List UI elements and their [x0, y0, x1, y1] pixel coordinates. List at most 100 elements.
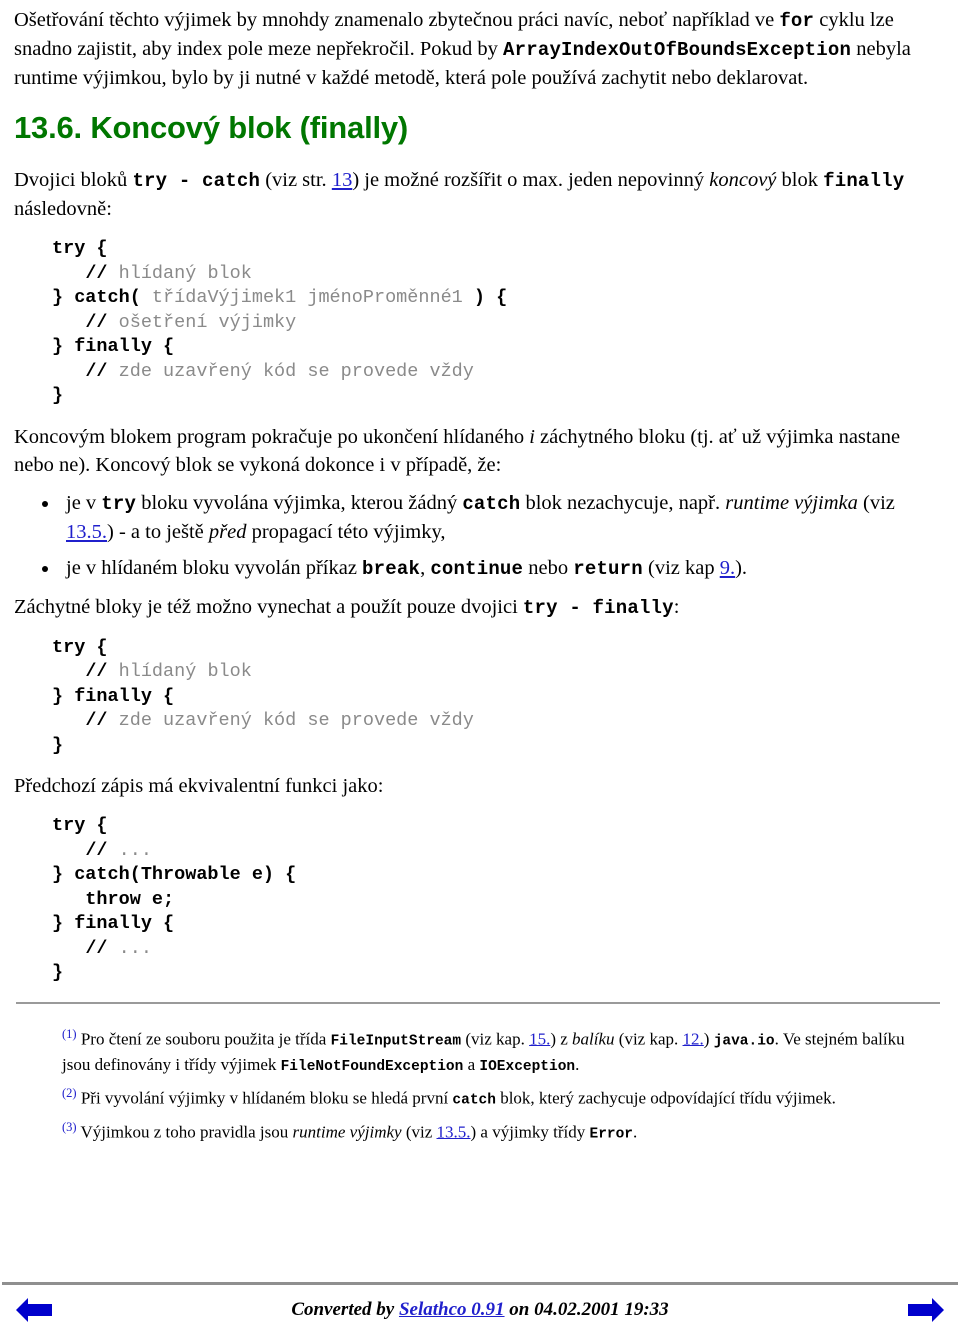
link-chapter-12[interactable]: 12.	[683, 1029, 704, 1048]
code-segment: } finally {	[52, 685, 175, 707]
bullet1-text-e: ) - a to ještě	[107, 520, 209, 543]
class-ioexception: IOException	[479, 1059, 576, 1076]
next-page-link[interactable]	[906, 1295, 946, 1325]
list-item: je v try bloku vyvolána výjimka, kterou …	[60, 489, 942, 546]
code-segment: ošetření výjimky	[118, 311, 297, 333]
fn1-text-c: ) z	[550, 1029, 573, 1049]
keyword-try: try	[101, 492, 137, 515]
code-segment: //	[85, 839, 119, 861]
bullet2-text-c: nebo	[523, 556, 574, 579]
lead-text-b: (viz str.	[260, 169, 332, 191]
bullet1-text-a: je v	[66, 491, 102, 514]
bullet1-text-f: propagací této výjimky,	[246, 520, 446, 543]
lead-text-c: ) je možné rozšířit o max. jeden nepovin…	[352, 169, 710, 191]
lead-text-e: následovně:	[14, 198, 112, 220]
code-segment: throw e;	[52, 888, 175, 910]
intro-text-a: Ošetřování těchto výjimek by mnohdy znam…	[14, 9, 780, 31]
prev-page-link[interactable]	[14, 1295, 54, 1325]
fn1-text-g: a	[463, 1055, 480, 1075]
class-fileinputstream: FileInputStream	[330, 1033, 462, 1050]
footnote-1: (1) Pro čtení ze souboru použita je tříd…	[62, 1022, 932, 1080]
code-segment: třídaVýjimek1 jménoProměnné1	[140, 287, 474, 308]
bullet2-text-a: je v hlídaném bloku vyvolán příkaz	[66, 556, 363, 579]
class-error: Error	[589, 1126, 634, 1143]
footer-credit: Converted by Selathco 0.91 on 04.02.2001…	[54, 1299, 906, 1321]
footer-suffix: on 04.02.2001 19:33	[504, 1299, 669, 1320]
conditions-list: je v try bloku vyvolána výjimka, kterou …	[14, 489, 942, 583]
code-segment: hlídaný blok	[118, 661, 252, 682]
code-segment: zde uzavřený kód se provede vždy	[118, 710, 474, 731]
bullet1-italic-runtime: runtime výjimka	[725, 491, 858, 514]
code-segment: hlídaný blok	[118, 262, 252, 284]
keyword-try-catch: try - catch	[132, 170, 261, 192]
footnotes-section: (1) Pro čtení ze souboru použita je tříd…	[14, 1022, 942, 1147]
link-chapter-9[interactable]: 9.	[720, 557, 735, 579]
page-footer: Converted by Selathco 0.91 on 04.02.2001…	[0, 1282, 960, 1344]
fn2-text-b: blok, který zachycuje odpovídající třídu…	[495, 1088, 836, 1108]
lead-text-d: blok	[776, 169, 824, 191]
keyword-catch-small: catch	[452, 1092, 496, 1109]
link-section-13-5[interactable]: 13.5.	[66, 521, 107, 543]
code-segment: } finally {	[52, 913, 175, 934]
code-segment: }	[52, 962, 64, 983]
intro-paragraph: Ošetřování těchto výjimek by mnohdy znam…	[14, 6, 942, 92]
bullet1-text-d: (viz	[857, 491, 895, 514]
keyword-arrayindexoutofboundsexception: ArrayIndexOutOfBoundsException	[503, 39, 852, 61]
link-page-13[interactable]: 13	[332, 169, 353, 191]
code-segment: //	[85, 710, 119, 731]
code-segment: //	[85, 311, 119, 333]
lead-italic-koncovy: koncový	[709, 169, 777, 191]
koncovym-text-a: Koncovým blokem program pokračuje po uko…	[14, 425, 530, 448]
bullet1-italic-pred: před	[208, 520, 247, 543]
code-segment: ...	[118, 839, 152, 861]
code-segment: } catch(	[52, 287, 141, 308]
zachytne-text-b: :	[673, 595, 680, 618]
code-segment: try {	[52, 238, 108, 259]
footnote-2: (2) Při vyvolání výjimky v hlídaném blok…	[62, 1081, 932, 1113]
list-item: je v hlídaném bloku vyvolán příkaz break…	[60, 554, 942, 583]
keyword-catch: catch	[462, 492, 521, 515]
paragraph-koncovym-blokem: Koncovým blokem program pokračuje po uko…	[14, 423, 942, 479]
keyword-break: break	[362, 557, 421, 580]
code-segment: try {	[52, 815, 108, 836]
footnote-3: (3) Výjimkou z toho pravidla jsou runtim…	[62, 1115, 932, 1147]
lead-text-a: Dvojici bloků	[14, 169, 133, 191]
paragraph-zachytne-bloky: Záchytné bloky je též možno vynechat a p…	[14, 593, 942, 622]
code-segment: ...	[118, 937, 152, 959]
code-segment: ) {	[473, 287, 508, 308]
fn1-text-e: )	[703, 1029, 714, 1049]
code-segment: try {	[52, 636, 108, 658]
bullet1-text-b: bloku vyvolána výjimka, kterou žádný	[136, 491, 463, 514]
package-java-io: java.io	[713, 1033, 775, 1050]
bullet1-text-c: blok nezachycuje, např.	[520, 491, 726, 514]
fn3-italic-runtime: runtime výjimky	[292, 1122, 402, 1142]
class-filenotfoundexception: FileNotFoundException	[280, 1059, 464, 1076]
link-chapter-15[interactable]: 15.	[529, 1029, 550, 1048]
fn1-text-a: Pro čtení ze souboru použita je třída	[76, 1029, 331, 1049]
lead-paragraph: Dvojici bloků try - catch (viz str. 13) …	[14, 166, 942, 223]
code-segment: }	[52, 734, 64, 756]
fn3-text-c: ) a výjimky třídy	[470, 1122, 590, 1142]
code-block-equivalent: try { // ... } catch(Throwable e) { thro…	[14, 814, 942, 986]
code-segment: }	[52, 385, 64, 406]
fn1-text-b: (viz kap.	[461, 1029, 530, 1049]
footnote-marker-2: (2)	[62, 1086, 77, 1101]
code-segment: } finally {	[52, 336, 175, 357]
keyword-finally: finally	[823, 170, 905, 192]
fn1-text-h: .	[575, 1055, 580, 1075]
fn2-text-a: Při vyvolání výjimky v hlídaném bloku se…	[76, 1088, 453, 1108]
fn3-text-a: Výjimkou z toho pravidla jsou	[76, 1122, 293, 1142]
keyword-try-finally: try - finally	[522, 596, 674, 619]
link-selathco[interactable]: Selathco 0.91	[399, 1299, 505, 1320]
fn3-text-b: (viz	[401, 1122, 437, 1142]
section-heading: 13.6. Koncový blok (finally)	[14, 110, 409, 145]
zachytne-text-a: Záchytné bloky je též možno vynechat a p…	[14, 595, 523, 618]
bullet2-text-b: ,	[420, 556, 431, 579]
link-section-13-5-footnote[interactable]: 13.5.	[437, 1122, 471, 1141]
footer-row: Converted by Selathco 0.91 on 04.02.2001…	[0, 1285, 960, 1325]
